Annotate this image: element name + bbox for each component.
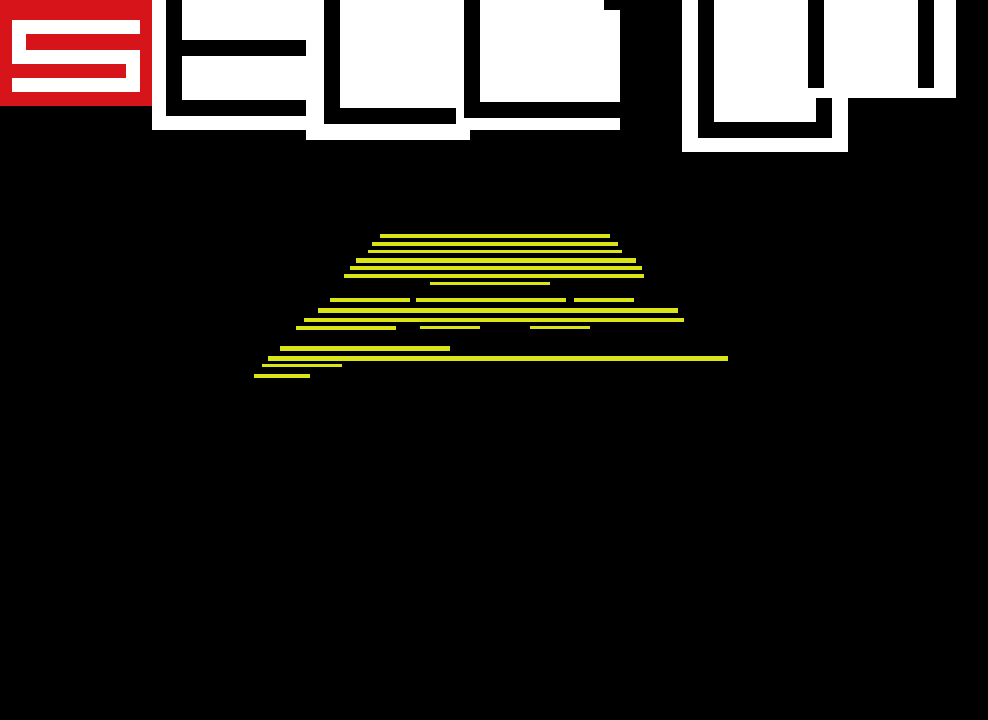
- title-letter-e: [152, 0, 320, 130]
- crawl-text: [190, 214, 790, 224]
- title-letter-block: [794, 0, 956, 98]
- game-screen: [0, 0, 988, 720]
- title-letter-s: [0, 0, 152, 106]
- title-letter-c: [306, 0, 470, 140]
- text-crawl: [190, 170, 790, 410]
- title-letter-c-2: [456, 0, 620, 130]
